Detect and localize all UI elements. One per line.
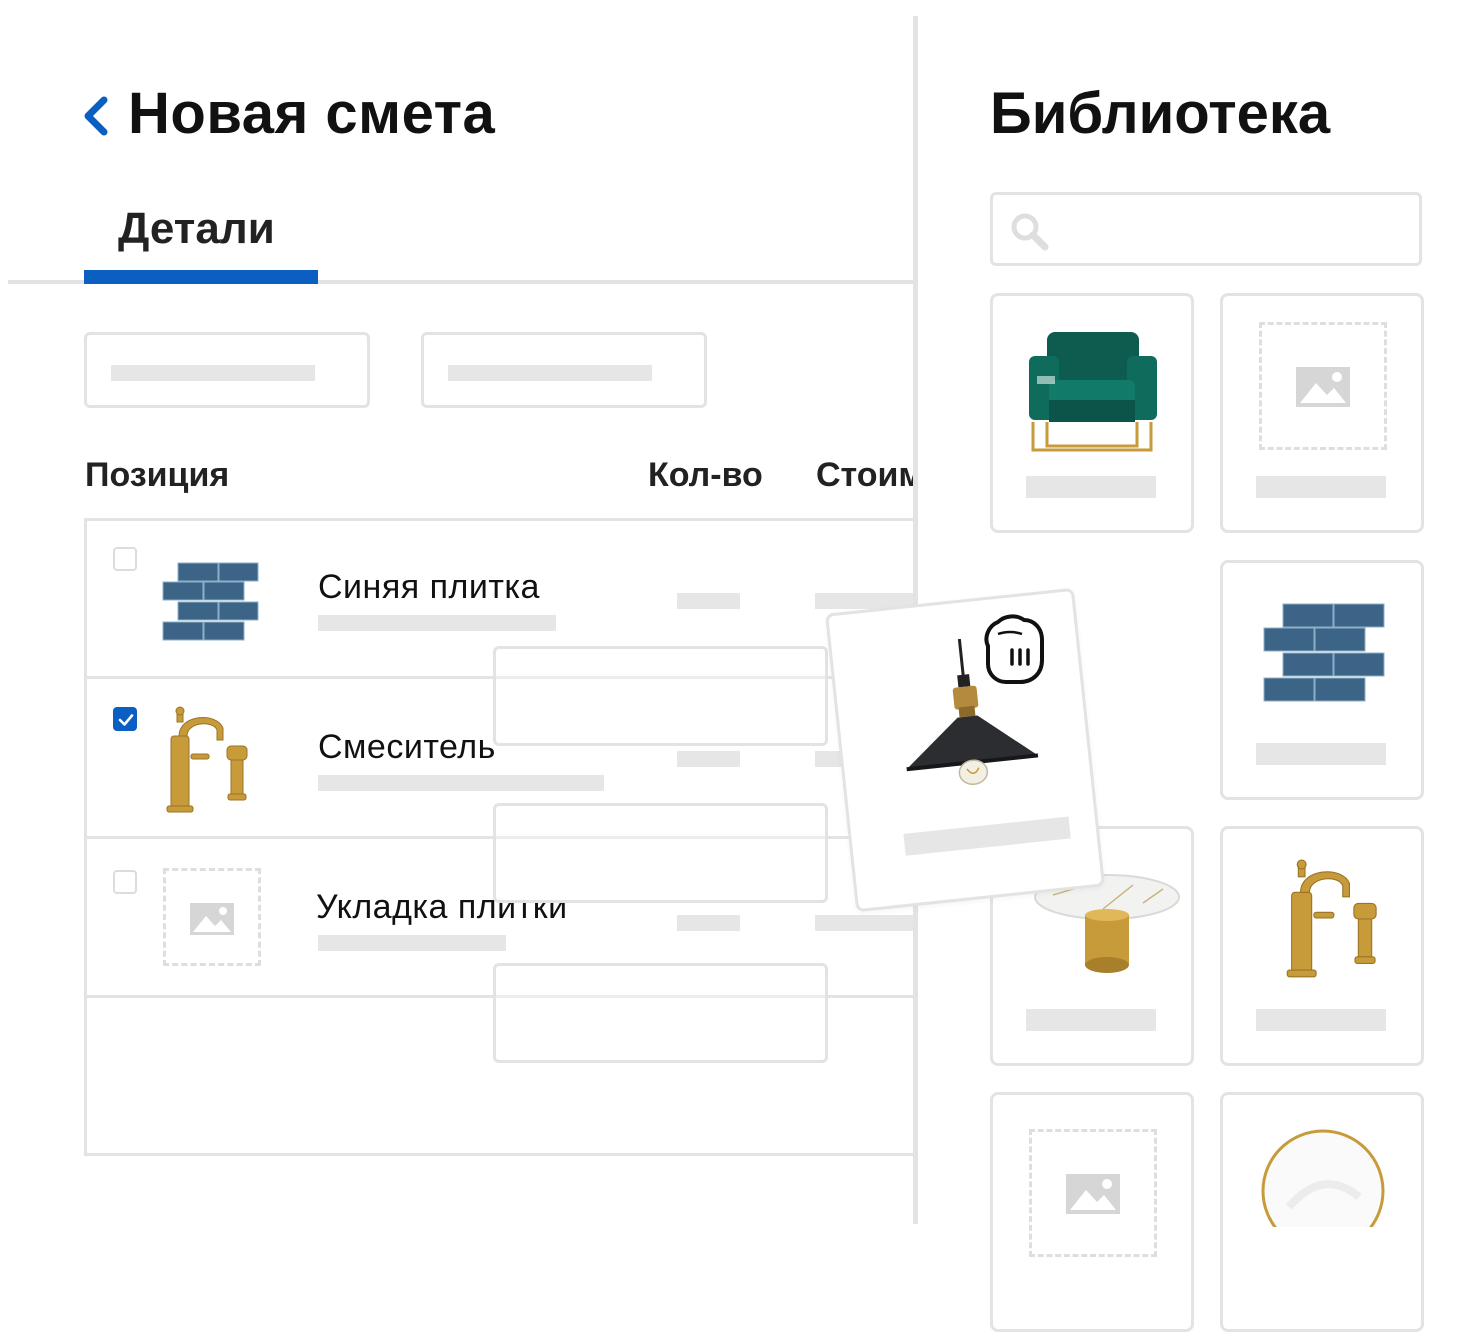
grab-hand-icon <box>984 614 1044 684</box>
dragged-library-card[interactable] <box>825 587 1105 913</box>
drop-zone-box <box>493 803 828 903</box>
page-title: Новая смета <box>128 81 496 146</box>
drop-zone-box <box>493 646 828 746</box>
library-title: Библиотека <box>990 81 1331 146</box>
estimate-field-2[interactable] <box>421 332 707 408</box>
search-icon <box>1011 213 1049 251</box>
card-title-placeholder <box>1256 1009 1386 1031</box>
tab-details[interactable]: Детали <box>118 204 275 254</box>
round-mirror-icon <box>1261 1129 1385 1227</box>
row-item-name: Смеситель <box>318 728 496 766</box>
back-chevron-icon[interactable] <box>80 96 112 136</box>
image-placeholder <box>1259 322 1387 450</box>
column-header-cost: Стоим <box>816 456 916 494</box>
image-icon <box>190 903 234 935</box>
blue-tile-icon <box>1263 603 1385 702</box>
green-armchair-icon <box>1029 332 1157 452</box>
checkmark-icon <box>118 714 134 726</box>
library-card-faucet[interactable] <box>1220 826 1424 1066</box>
tab-active-indicator <box>84 270 318 284</box>
card-title-placeholder <box>1256 743 1386 765</box>
row-checkbox-checked[interactable] <box>113 707 137 731</box>
image-icon <box>1296 367 1350 407</box>
image-placeholder <box>163 868 261 966</box>
row-qty-placeholder <box>677 593 740 609</box>
library-card-armchair[interactable] <box>990 293 1194 533</box>
blue-tile-icon <box>162 562 259 641</box>
image-icon <box>1066 1174 1120 1214</box>
library-card-empty[interactable] <box>990 1092 1194 1332</box>
field-placeholder-bar <box>111 365 315 381</box>
gold-faucet-icon <box>1286 859 1377 978</box>
card-title-placeholder <box>1026 476 1156 498</box>
row-item-name: Синяя плитка <box>318 568 540 606</box>
column-header-item: Позиция <box>85 456 230 494</box>
library-card-empty[interactable] <box>1220 293 1424 533</box>
drop-zone-box <box>493 963 828 1063</box>
card-title-placeholder <box>903 816 1071 856</box>
image-placeholder <box>1029 1129 1157 1257</box>
estimate-field-1[interactable] <box>84 332 370 408</box>
field-placeholder-bar <box>448 365 652 381</box>
library-card-blue-tile[interactable] <box>1220 560 1424 800</box>
library-search-input[interactable] <box>990 192 1422 266</box>
row-qty-placeholder <box>677 751 740 767</box>
library-card-mirror[interactable] <box>1220 1092 1424 1332</box>
card-title-placeholder <box>1256 476 1386 498</box>
row-description-placeholder <box>318 775 604 791</box>
gold-faucet-icon <box>166 706 248 813</box>
card-title-placeholder <box>1026 1009 1156 1031</box>
column-header-qty: Кол-во <box>648 456 763 494</box>
row-qty-placeholder <box>677 915 740 931</box>
row-description-placeholder <box>318 935 506 951</box>
row-cost-placeholder <box>815 915 915 931</box>
row-checkbox[interactable] <box>113 870 137 894</box>
row-checkbox[interactable] <box>113 547 137 571</box>
row-description-placeholder <box>318 615 556 631</box>
